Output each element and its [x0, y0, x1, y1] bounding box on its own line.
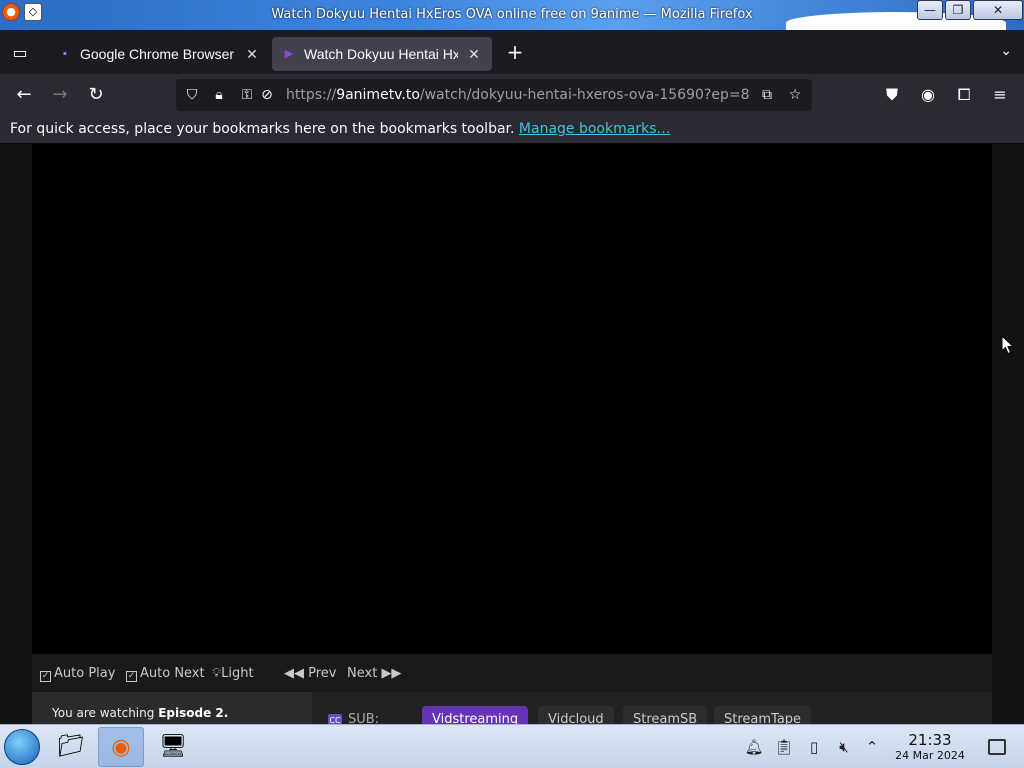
- server-streamsb-button[interactable]: StreamSB: [623, 706, 708, 724]
- show-desktop-icon[interactable]: [988, 739, 1006, 755]
- tab-close-icon[interactable]: ✕: [244, 46, 260, 63]
- url-path: /watch/dokyuu-hentai-hxeros-ova-15690?ep…: [419, 87, 750, 103]
- page-content: ✓ Auto Play ✓ Auto Next 💡︎Light ◀◀ Prev Ne…: [0, 144, 1024, 724]
- rewind-icon: ◀◀: [284, 666, 304, 681]
- page-margin-right: [992, 144, 1024, 724]
- light-label: Light: [221, 666, 254, 681]
- new-tab-button[interactable]: +: [503, 41, 527, 65]
- player-controls-bar: ✓ Auto Play ✓ Auto Next 💡︎Light ◀◀ Prev Ne…: [32, 654, 992, 692]
- tab-list-icon[interactable]: ▭: [10, 43, 30, 63]
- maximize-button[interactable]: ❐: [945, 0, 971, 20]
- manage-bookmarks-link[interactable]: Manage bookmarks…: [519, 121, 671, 137]
- next-label: Next: [347, 666, 378, 681]
- close-window-button[interactable]: ✕: [973, 0, 1023, 20]
- tracking-blocked-icon[interactable]: ⊘: [258, 86, 276, 104]
- tab-watch-dokyuu[interactable]: ▶ Watch Dokyuu Hentai Hx ✕: [272, 37, 492, 71]
- watching-prefix: You are watching: [52, 706, 155, 720]
- video-player[interactable]: [32, 144, 992, 654]
- url-domain: 9animetv.to: [336, 87, 420, 103]
- account-icon[interactable]: ◉: [916, 84, 940, 108]
- watching-episode: Episode 2.: [158, 706, 229, 720]
- page-margin-left: [0, 144, 32, 724]
- taskbar-clock[interactable]: 21:33 24 Mar 2024: [886, 731, 974, 762]
- prev-episode-button[interactable]: ◀◀ Prev: [284, 666, 337, 681]
- tab-favicon-play-icon: ▶: [284, 48, 294, 60]
- picture-in-picture-icon[interactable]: ⧉: [758, 86, 776, 104]
- reload-icon[interactable]: ↻: [84, 84, 108, 108]
- next-episode-button[interactable]: Next ▶▶: [347, 666, 401, 681]
- checkbox-icon: ✓: [126, 671, 137, 682]
- navigation-toolbar: ← → ↻ ⛉ 🔒︎ ⚿ ⊘ https://9animetv.to/watch…: [0, 74, 1024, 116]
- clock-time: 21:33: [908, 731, 952, 749]
- checkbox-icon: ✓: [40, 671, 51, 682]
- minimize-button[interactable]: —: [917, 0, 943, 20]
- extensions-puzzle-icon[interactable]: ⧠: [952, 84, 976, 108]
- lightbulb-icon: 💡︎: [212, 666, 222, 681]
- tab-favicon-icon: ▪: [63, 48, 67, 60]
- volume-muted-icon[interactable]: 🔇︎: [834, 737, 854, 757]
- auto-play-toggle[interactable]: ✓ Auto Play: [40, 666, 115, 682]
- tab-label: Watch Dokyuu Hentai Hx: [304, 46, 458, 62]
- window-title: Watch Dokyuu Hentai HxEros OVA online fr…: [271, 7, 753, 22]
- pocket-icon[interactable]: ⛊: [880, 84, 904, 108]
- permissions-icon[interactable]: ⚿: [238, 86, 256, 104]
- forward-arrow-icon[interactable]: →: [48, 84, 72, 108]
- tab-close-icon[interactable]: ✕: [466, 46, 482, 63]
- shield-icon[interactable]: ⛉: [183, 86, 201, 104]
- fast-forward-icon: ▶▶: [381, 666, 402, 681]
- server-vidcloud-button[interactable]: Vidcloud: [538, 706, 614, 724]
- mouse-cursor-icon: [1001, 335, 1015, 355]
- back-arrow-icon[interactable]: ←: [12, 84, 36, 108]
- clipboard-icon[interactable]: 📋︎: [774, 737, 794, 757]
- server-streamtape-button[interactable]: StreamTape: [714, 706, 812, 724]
- lock-icon[interactable]: 🔒︎: [210, 86, 228, 104]
- auto-next-toggle[interactable]: ✓ Auto Next: [126, 666, 205, 682]
- file-manager-icon[interactable]: 📁︎: [48, 727, 94, 767]
- tab-label: Google Chrome Browser: [80, 46, 235, 62]
- closed-captions-icon: CC: [328, 714, 342, 724]
- now-watching-info: You are watching Episode 2.: [32, 692, 312, 724]
- url-bar[interactable]: ⛉ 🔒︎ ⚿ ⊘ https://9animetv.to/watch/dokyu…: [176, 79, 812, 111]
- battery-icon[interactable]: ▯: [804, 737, 824, 757]
- sub-servers-label: CC SUB:: [328, 712, 379, 724]
- prev-label: Prev: [308, 666, 337, 681]
- bookmark-star-icon[interactable]: ☆: [786, 86, 804, 104]
- system-settings-icon[interactable]: 🖥︎: [150, 727, 196, 767]
- bookmarks-toolbar: For quick access, place your bookmarks h…: [0, 116, 1024, 144]
- auto-next-label: Auto Next: [140, 666, 205, 681]
- tab-google-chrome-browser[interactable]: ▪ Google Chrome Browser ✕: [48, 37, 270, 71]
- notifications-icon[interactable]: 🔔︎: [744, 737, 764, 757]
- list-all-tabs-chevron-icon[interactable]: ⌄: [1000, 43, 1012, 59]
- os-taskbar: 📁︎ ◉ 🖥︎ 🔔︎ 📋︎ ▯ 🔇︎ ⌃ 21:33 24 Mar 2024: [0, 724, 1024, 768]
- firefox-taskbar-icon[interactable]: ◉: [98, 727, 144, 767]
- server-section: You are watching Episode 2. CC SUB: Vidst…: [32, 692, 992, 724]
- url-prefix: https://: [286, 87, 337, 103]
- window-controls: — ❐ ✕: [916, 0, 1024, 20]
- light-toggle[interactable]: 💡︎Light: [212, 666, 254, 681]
- window-titlebar: ● ◇ Watch Dokyuu Hentai HxEros OVA onlin…: [0, 0, 1024, 30]
- auto-play-label: Auto Play: [54, 666, 116, 681]
- clock-date: 24 Mar 2024: [895, 749, 965, 762]
- url-text[interactable]: https://9animetv.to/watch/dokyuu-hentai-…: [286, 87, 750, 103]
- hamburger-menu-icon[interactable]: ≡: [988, 84, 1012, 108]
- server-vidstreaming-button[interactable]: Vidstreaming: [422, 706, 529, 724]
- tray-expand-icon[interactable]: ⌃: [862, 737, 882, 757]
- sub-label-text: SUB:: [348, 712, 380, 724]
- bookmarks-hint: For quick access, place your bookmarks h…: [10, 121, 515, 137]
- start-menu-button[interactable]: [4, 729, 40, 765]
